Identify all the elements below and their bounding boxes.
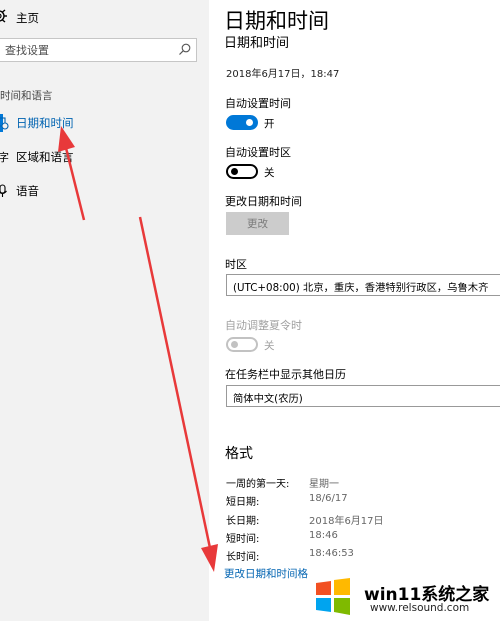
search-box: [0, 38, 197, 62]
sidebar-item-region-language[interactable]: 字 区域和语言: [0, 144, 209, 170]
navigation-pane: 主页 时间和语言 日期和时间 字 区域和语言 语音: [0, 0, 209, 621]
calendar-clock-icon: [0, 117, 9, 130]
current-datetime: 2018年6月17日，18:47: [226, 69, 340, 80]
svg-text:字: 字: [0, 150, 9, 164]
sidebar-item-date-time[interactable]: 日期和时间: [0, 110, 209, 136]
extra-calendar-dropdown[interactable]: 简体中文(农历): [226, 385, 500, 407]
toggle-knob: [231, 341, 238, 348]
watermark: win11系统之家 www.relsound.com: [310, 575, 500, 621]
auto-time-toggle[interactable]: [226, 115, 258, 130]
auto-time-label: 自动设置时间: [225, 97, 291, 110]
toggle-knob: [231, 168, 238, 175]
format-key: 短日期:: [226, 497, 260, 508]
format-key: 短时间:: [226, 534, 260, 545]
sidebar-item-speech[interactable]: 语音: [0, 178, 209, 204]
sidebar-item-label: 日期和时间: [16, 116, 74, 130]
region-language-icon: 字: [0, 150, 9, 164]
format-key: 长日期:: [226, 516, 260, 527]
format-value: 18/6/17: [309, 493, 348, 504]
sidebar-item-label: 区域和语言: [16, 150, 74, 164]
format-key: 一周的第一天:: [226, 479, 290, 490]
dst-state: 关: [264, 340, 275, 352]
microphone-icon: [0, 184, 7, 197]
extra-calendar-value: 简体中文(农历): [233, 393, 303, 405]
settings-content: 日期和时间 日期和时间 2018年6月17日，18:47 自动设置时间 开 自动…: [210, 0, 500, 621]
dst-label: 自动调整夏令时: [225, 319, 302, 332]
timezone-value: (UTC+08:00) 北京，重庆，香港特别行政区，乌鲁木齐: [233, 282, 489, 294]
windows-logo-icon: [316, 578, 350, 615]
change-datetime-button[interactable]: 更改: [226, 212, 289, 235]
change-datetime-label: 更改日期和时间: [225, 195, 302, 208]
watermark-url: www.relsound.com: [370, 602, 470, 614]
search-input[interactable]: [0, 39, 178, 61]
page-title: 日期和时间: [224, 9, 329, 33]
format-value: 18:46:53: [309, 548, 354, 559]
formats-heading: 格式: [225, 446, 253, 462]
auto-timezone-state: 关: [264, 167, 275, 179]
timezone-label: 时区: [225, 258, 247, 271]
sidebar-item-label: 语音: [16, 184, 39, 198]
timezone-dropdown[interactable]: (UTC+08:00) 北京，重庆，香港特别行政区，乌鲁木齐: [226, 274, 500, 296]
gear-icon: [0, 9, 7, 23]
change-formats-link[interactable]: 更改日期和时间格: [224, 566, 308, 581]
extra-calendar-label: 在任务栏中显示其他日历: [225, 368, 346, 381]
nav-home[interactable]: 主页: [0, 0, 209, 34]
toggle-knob: [246, 119, 253, 126]
nav-section-heading: 时间和语言: [0, 90, 53, 102]
auto-timezone-label: 自动设置时区: [225, 146, 291, 159]
format-value: 2018年6月17日: [309, 516, 384, 527]
format-value: 18:46: [309, 530, 338, 541]
section-subtitle: 日期和时间: [224, 36, 290, 51]
auto-time-state: 开: [264, 118, 275, 130]
format-value: 星期一: [309, 479, 339, 490]
search-icon[interactable]: [178, 43, 191, 56]
auto-timezone-toggle[interactable]: [226, 164, 258, 179]
nav-home-label: 主页: [16, 11, 39, 25]
dst-toggle[interactable]: [226, 337, 258, 352]
format-key: 长时间:: [226, 552, 260, 563]
